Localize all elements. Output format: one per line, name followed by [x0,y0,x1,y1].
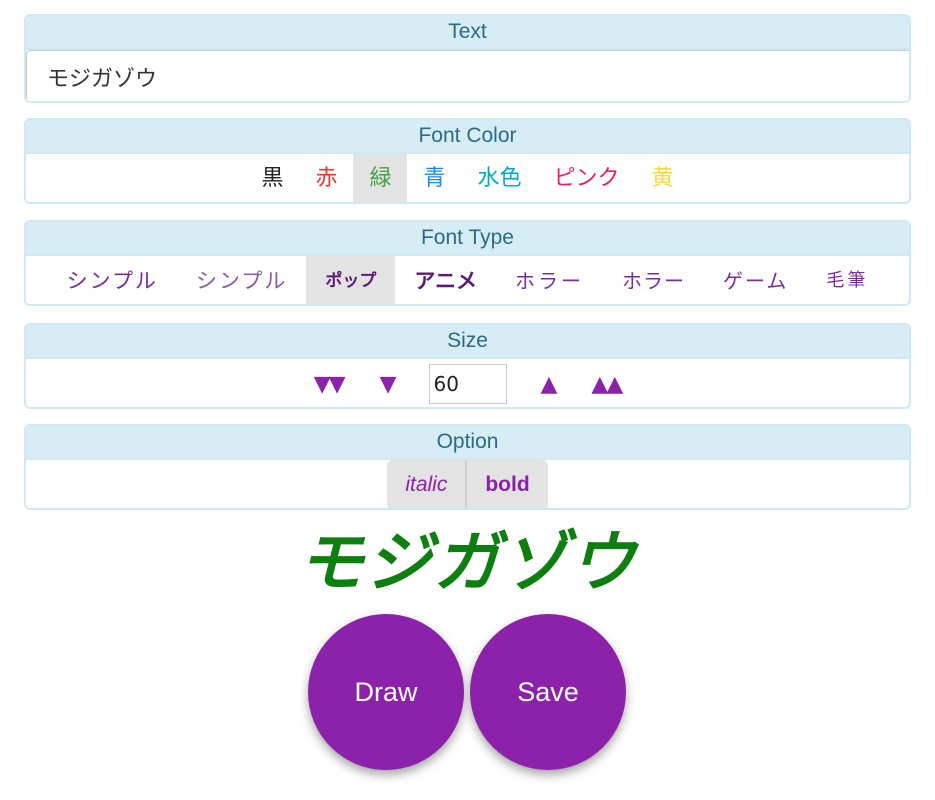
text-preview: モジガゾウ [297,524,638,601]
font-type-anime[interactable]: アニメ [395,256,496,304]
font-type-options: シンプル シンプル ポップ アニメ ホラー ホラー ゲーム 毛筆 [26,256,909,304]
color-option-red[interactable]: 赤 [299,154,353,202]
save-button[interactable]: Save [470,614,626,770]
color-option-black[interactable]: 黒 [245,154,299,202]
bold-toggle[interactable]: bold [467,460,548,508]
font-type-panel: Font Type シンプル シンプル ポップ アニメ ホラー ホラー ゲーム … [24,220,911,306]
font-type-horror[interactable]: ホラー [496,256,603,304]
option-controls: italic bold [26,460,909,508]
size-decrease-button[interactable]: ▼ [362,372,413,397]
color-option-light-blue[interactable]: 水色 [462,154,538,202]
draw-button[interactable]: Draw [308,614,464,770]
font-color-options: 黒 赤 緑 青 水色 ピンク 黄 [26,154,909,202]
text-input[interactable] [26,50,909,101]
font-type-pop[interactable]: ポップ [306,256,396,304]
color-option-blue[interactable]: 青 [407,154,461,202]
color-option-yellow[interactable]: 黄 [636,154,690,202]
option-panel: Option italic bold [24,424,911,510]
size-increase-large-button[interactable]: ▲▲ [573,372,639,397]
text-panel-header: Text [26,16,909,50]
font-type-header: Font Type [26,222,909,256]
option-header: Option [26,426,909,460]
option-toggle-group: italic bold [387,460,548,508]
color-option-pink[interactable]: ピンク [538,154,636,202]
font-color-header: Font Color [26,120,909,154]
italic-toggle[interactable]: italic [387,460,468,508]
font-type-game[interactable]: ゲーム [704,256,807,304]
size-increase-button[interactable]: ▲ [523,372,574,397]
font-color-panel: Font Color 黒 赤 緑 青 水色 ピンク 黄 [24,118,911,204]
font-type-brush[interactable]: 毛筆 [807,256,887,304]
size-decrease-large-button[interactable]: ▼▼ [296,372,362,397]
text-panel: Text [24,14,911,103]
font-type-simple[interactable]: シンプル [48,256,177,304]
font-type-simple-light[interactable]: シンプル [177,256,306,304]
color-option-green[interactable]: 緑 [353,154,408,202]
size-panel: Size ▼▼ ▼ ▲ ▲▲ [24,323,911,409]
font-type-horror-alt[interactable]: ホラー [603,256,704,304]
size-input[interactable] [428,364,507,404]
size-header: Size [26,325,909,359]
size-controls: ▼▼ ▼ ▲ ▲▲ [26,359,909,407]
